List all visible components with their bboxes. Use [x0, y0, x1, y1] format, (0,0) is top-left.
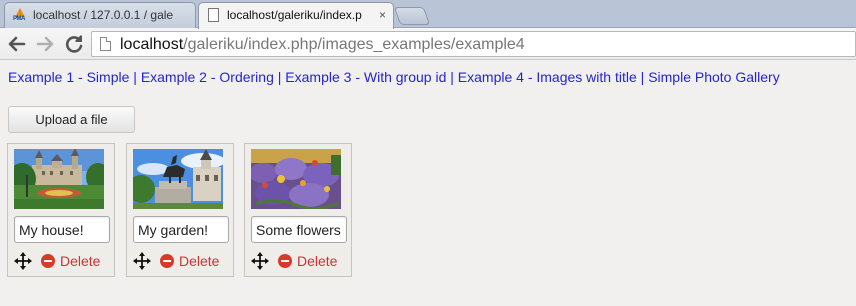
tab-phpmyadmin[interactable]: PMA localhost / 127.0.0.1 / gale	[4, 2, 196, 28]
tab-title: localhost / 127.0.0.1 / gale	[33, 8, 174, 22]
phpmyadmin-icon: PMA	[13, 8, 27, 23]
nav-link-example-2[interactable]: Example 2 - Ordering	[141, 69, 274, 85]
new-tab-button[interactable]	[393, 7, 431, 25]
nav-link-example-1[interactable]: Example 1 - Simple	[8, 69, 129, 85]
statue-photo	[133, 149, 223, 209]
delete-icon	[160, 254, 174, 268]
image-title-input[interactable]	[251, 216, 347, 243]
tab-title: localhost/galeriku/index.p	[227, 8, 362, 22]
delete-link[interactable]: Delete	[41, 252, 100, 270]
reload-icon[interactable]	[62, 32, 86, 56]
nav-link-example-4[interactable]: Example 4 - Images with title	[458, 69, 637, 85]
image-card: Delete	[126, 143, 234, 277]
delete-link[interactable]: Delete	[160, 252, 219, 270]
castle-photo	[14, 149, 104, 209]
upload-button[interactable]: Upload a file	[8, 106, 135, 133]
flowers-photo	[251, 149, 341, 209]
forward-arrow-icon[interactable]	[33, 32, 57, 56]
image-card: Delete	[7, 143, 115, 277]
image-title-input[interactable]	[133, 216, 229, 243]
delete-icon	[278, 254, 292, 268]
back-arrow-icon[interactable]	[5, 32, 29, 56]
address-bar[interactable]: localhost/galeriku/index.php/images_exam…	[91, 31, 856, 57]
example-nav: Example 1 - Simple | Example 2 - Orderin…	[8, 69, 780, 85]
image-card: Delete	[244, 143, 352, 277]
tab-close-icon[interactable]: ×	[379, 3, 386, 27]
url-text: localhost/galeriku/index.php/images_exam…	[120, 36, 525, 53]
browser-toolbar: localhost/galeriku/index.php/images_exam…	[0, 28, 856, 60]
page-content: Example 1 - Simple | Example 2 - Orderin…	[0, 61, 856, 306]
move-icon[interactable]	[251, 252, 269, 270]
nav-link-example-3[interactable]: Example 3 - With group id	[285, 69, 446, 85]
delete-icon	[41, 254, 55, 268]
move-icon[interactable]	[14, 252, 32, 270]
move-icon[interactable]	[133, 252, 151, 270]
page-icon	[100, 37, 111, 51]
tab-strip: PMA localhost / 127.0.0.1 / gale localho…	[0, 0, 856, 29]
tab-galeriku[interactable]: localhost/galeriku/index.p ×	[198, 2, 394, 29]
image-title-input[interactable]	[14, 216, 110, 243]
page-icon	[207, 8, 221, 23]
nav-link-simple-photo-gallery[interactable]: Simple Photo Gallery	[648, 69, 780, 85]
delete-link[interactable]: Delete	[278, 252, 337, 270]
